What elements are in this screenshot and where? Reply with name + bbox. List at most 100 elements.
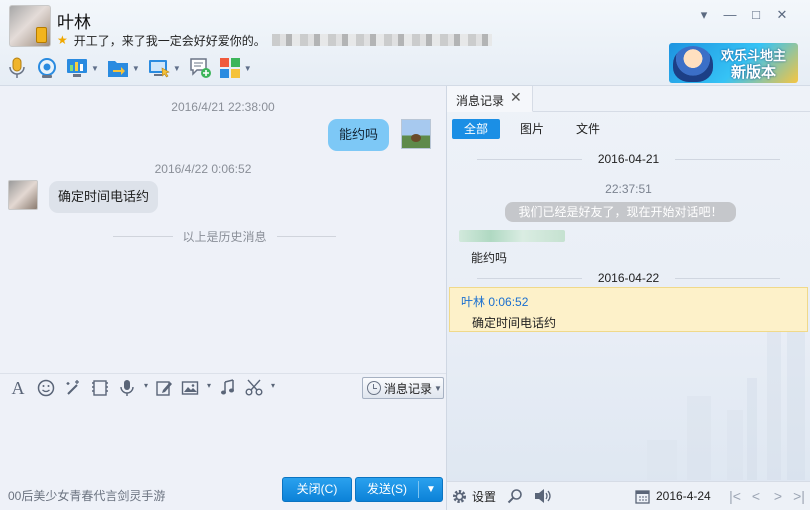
history-divider: 以上是历史消息	[113, 228, 337, 244]
scissors-icon	[245, 379, 263, 396]
edit-button[interactable]	[154, 378, 174, 398]
edit-icon	[156, 381, 172, 396]
contact-signature: 开工了，来了我一定会好好爱你的。	[73, 33, 266, 48]
search-button[interactable]	[507, 487, 523, 505]
input-toolbar: A 消息记录 ▼	[0, 373, 446, 403]
contact-name[interactable]: 叶林	[57, 8, 91, 33]
speaker-icon	[535, 489, 551, 503]
history-sender: 叶林 0:06:52	[461, 295, 529, 309]
remote-desktop-icon	[148, 57, 170, 79]
chat-toolbar: ▼ ▼ ▼ ▼	[6, 55, 260, 81]
highlighted-history-message[interactable]: 叶林 0:06:52 确定时间电话约	[449, 287, 808, 332]
filter-all[interactable]: 全部	[452, 119, 501, 139]
tab-label: 消息记录	[456, 94, 505, 108]
history-message: 确定时间电话约	[472, 316, 557, 330]
screenshot-button[interactable]	[244, 378, 275, 398]
microphone-icon	[6, 57, 28, 79]
emoji-button[interactable]	[36, 378, 56, 398]
screen-share-button[interactable]: ▼	[66, 56, 99, 80]
message-history-panel: 消息记录 ✕ 全部 图片 文件 2016-04-21 22:37:51 我们已经…	[447, 86, 810, 510]
new-discussion-button[interactable]	[189, 56, 211, 80]
date-picker[interactable]: 2016-4-24	[635, 487, 711, 505]
gear-icon	[453, 489, 466, 503]
send-button[interactable]: 发送(S) ▼	[355, 477, 443, 502]
send-button-label[interactable]: 发送(S)	[356, 478, 418, 501]
screen-share-icon	[66, 57, 88, 79]
ad-character-image	[673, 46, 713, 82]
date-divider: 2016-04-22	[477, 271, 781, 285]
font-icon: A	[11, 377, 25, 398]
close-button[interactable]: 关闭(C)	[282, 477, 352, 502]
clock-icon	[367, 381, 381, 395]
first-page-icon[interactable]: |<	[726, 486, 744, 506]
music-note-icon	[221, 379, 234, 395]
history-footer: 设置 2016-4-24 |< < > >|	[447, 481, 810, 510]
remote-desktop-button[interactable]: ▼	[148, 56, 181, 80]
date-label: 2016-04-21	[597, 152, 660, 166]
mobile-online-icon	[36, 27, 47, 43]
apps-icon	[219, 57, 241, 79]
smiley-icon	[37, 379, 55, 397]
my-avatar[interactable]	[401, 119, 431, 149]
close-tab-icon[interactable]: ✕	[510, 89, 522, 106]
chevron-down-icon[interactable]: ▼	[244, 64, 252, 73]
video-call-button[interactable]	[36, 56, 58, 80]
font-button[interactable]: A	[8, 378, 28, 398]
blurred-signature-text	[271, 34, 492, 46]
signature-row: ★ 开工了，来了我一定会好好爱你的。	[57, 32, 492, 48]
chat-header: 叶林 ★ 开工了，来了我一定会好好爱你的。 ▾ — □ ✕ 欢乐斗地主 新版本	[0, 0, 810, 86]
history-filter-tabs: 全部 图片 文件	[452, 119, 620, 139]
friend-message-bubble[interactable]: 确定时间电话约	[49, 181, 159, 213]
maximize-button[interactable]: □	[743, 5, 769, 25]
new-chat-icon	[189, 57, 211, 79]
ad-subtitle: 新版本	[731, 64, 777, 81]
minimize-button[interactable]: —	[717, 5, 743, 25]
message-timestamp: 2016/4/22 0:06:52	[154, 162, 252, 176]
chevron-down-icon[interactable]: ▼	[91, 64, 99, 73]
system-message: 我们已经是好友了，现在开始对话吧！	[505, 202, 736, 222]
file-transfer-icon	[107, 57, 129, 79]
ad-text-link[interactable]: 00后美少女青春代言剑灵手游	[8, 487, 165, 504]
close-window-button[interactable]: ✕	[769, 5, 795, 25]
game-ad-banner[interactable]: 欢乐斗地主 新版本	[669, 43, 798, 83]
message-record-label: 消息记录	[384, 381, 433, 396]
tab-message-history[interactable]: 消息记录 ✕	[447, 86, 533, 112]
chevron-down-icon[interactable]: ▼	[173, 64, 181, 73]
contact-avatar[interactable]	[9, 5, 51, 47]
voice-call-button[interactable]	[6, 56, 28, 80]
image-icon	[181, 381, 199, 395]
message-record-button[interactable]: 消息记录 ▼	[362, 377, 444, 399]
date-value: 2016-4-24	[656, 489, 711, 503]
friend-avatar[interactable]	[8, 180, 38, 210]
menu-dropdown-button[interactable]: ▾	[691, 5, 717, 25]
apps-button[interactable]: ▼	[219, 56, 252, 80]
film-icon	[92, 380, 108, 396]
next-page-icon[interactable]: >	[769, 486, 787, 506]
last-page-icon[interactable]: >|	[790, 486, 808, 506]
shake-button[interactable]	[63, 378, 83, 398]
blurred-sender-name	[459, 230, 565, 242]
music-button[interactable]	[218, 378, 238, 398]
date-label: 2016-04-22	[597, 271, 660, 285]
history-divider-label: 以上是历史消息	[182, 229, 267, 244]
filter-files[interactable]: 文件	[564, 119, 612, 139]
image-button[interactable]	[180, 378, 211, 398]
history-message[interactable]: 能约吗	[471, 249, 507, 266]
chevron-down-icon[interactable]: ▼	[132, 64, 140, 73]
gif-button[interactable]	[90, 378, 110, 398]
chat-message-area[interactable]: 2016/4/21 22:38:00 能约吗 2016/4/22 0:06:52…	[0, 86, 446, 373]
settings-button[interactable]: 设置	[451, 487, 496, 505]
previous-page-icon[interactable]: <	[747, 486, 765, 506]
settings-label: 设置	[472, 489, 497, 504]
my-message-bubble[interactable]: 能约吗	[327, 119, 389, 151]
voice-message-button[interactable]	[117, 378, 148, 398]
camera-icon	[36, 57, 58, 79]
message-input[interactable]	[0, 403, 446, 477]
window-controls: ▾ — □ ✕	[691, 5, 795, 25]
sound-button[interactable]	[534, 487, 552, 505]
search-icon	[507, 489, 522, 504]
history-timestamp: 22:37:51	[605, 182, 652, 196]
send-file-button[interactable]: ▼	[107, 56, 140, 80]
filter-images[interactable]: 图片	[508, 119, 556, 139]
send-options-chevron-icon[interactable]: ▼	[419, 478, 443, 501]
